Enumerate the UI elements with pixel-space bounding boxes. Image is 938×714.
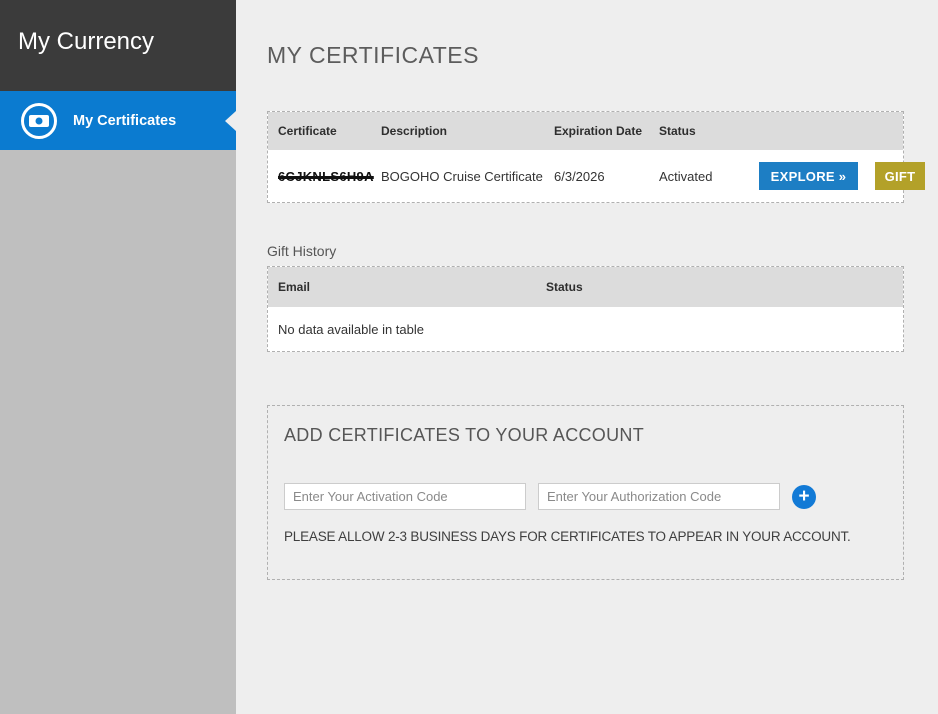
certificate-code: 6CJKNLS6H9A (278, 169, 381, 184)
sidebar: My Currency My Certificates (0, 0, 236, 714)
col-status: Status (659, 124, 759, 138)
explore-button[interactable]: EXPLORE » (759, 162, 858, 190)
col-certificate: Certificate (278, 124, 381, 138)
gift-history-header: Email Status (268, 267, 903, 307)
gift-history-empty-row: No data available in table (268, 307, 903, 351)
active-item-arrow (225, 111, 236, 131)
col-email: Email (278, 280, 546, 294)
gift-history-table: Email Status No data available in table (267, 266, 904, 352)
plus-icon: + (798, 486, 809, 507)
gift-button[interactable]: GIFT (875, 162, 925, 190)
certificate-description: BOGOHO Cruise Certificate (381, 169, 554, 184)
main-content: MY CERTIFICATES Certificate Description … (236, 0, 938, 714)
col-gift-status: Status (546, 280, 903, 294)
col-description: Description (381, 124, 554, 138)
col-expiration-date: Expiration Date (554, 124, 659, 138)
add-certificates-panel: ADD CERTIFICATES TO YOUR ACCOUNT + PLEAS… (267, 405, 904, 580)
sidebar-item-label: My Certificates (73, 113, 176, 129)
gift-history-title: Gift History (267, 243, 938, 259)
certificate-expiration: 6/3/2026 (554, 169, 659, 184)
authorization-code-input[interactable] (538, 483, 780, 510)
certificates-table-header: Certificate Description Expiration Date … (268, 112, 903, 150)
add-certificates-heading: ADD CERTIFICATES TO YOUR ACCOUNT (284, 425, 887, 446)
empty-table-message: No data available in table (278, 322, 424, 337)
sidebar-title: My Currency (0, 0, 236, 91)
certificate-status: Activated (659, 169, 759, 184)
add-certificate-button[interactable]: + (792, 485, 816, 509)
page-title: MY CERTIFICATES (267, 42, 938, 69)
processing-time-note: PLEASE ALLOW 2-3 BUSINESS DAYS FOR CERTI… (284, 529, 887, 544)
certificates-table: Certificate Description Expiration Date … (267, 111, 904, 203)
money-icon (21, 103, 57, 139)
add-certificates-form: + (284, 483, 887, 510)
sidebar-background (0, 150, 236, 714)
activation-code-input[interactable] (284, 483, 526, 510)
table-row: 6CJKNLS6H9A BOGOHO Cruise Certificate 6/… (268, 150, 903, 202)
sidebar-item-my-certificates[interactable]: My Certificates (0, 91, 236, 150)
